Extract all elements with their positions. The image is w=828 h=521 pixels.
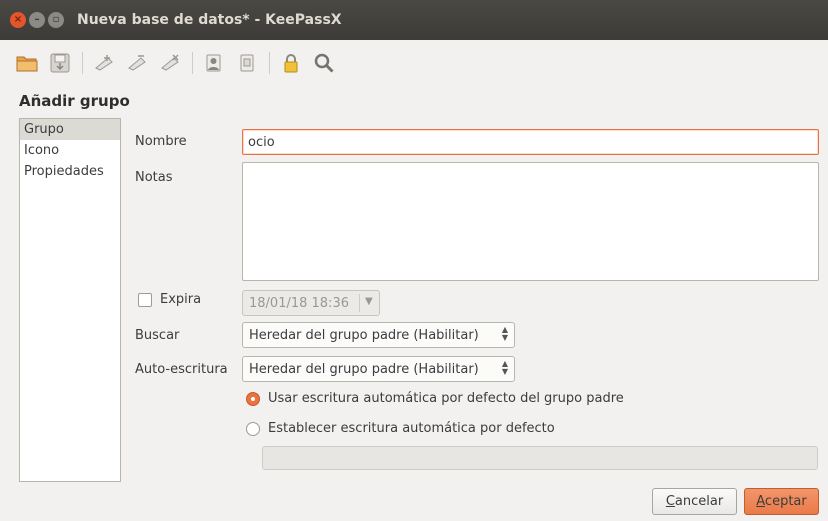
title-bar: × – ▫ Nueva base de datos* - KeePassX xyxy=(0,0,828,40)
name-input[interactable]: ocio xyxy=(242,129,819,155)
copy-password-icon[interactable] xyxy=(234,50,260,76)
edit-entry-icon[interactable] xyxy=(124,50,150,76)
search-select-value: Heredar del grupo padre (Habilitar) xyxy=(249,328,479,343)
dialog-heading: Añadir grupo xyxy=(19,92,130,110)
search-select[interactable]: Heredar del grupo padre (Habilitar) ▲ ▼ xyxy=(242,322,515,348)
autotype-label: Auto-escritura xyxy=(135,362,228,377)
notes-textarea[interactable] xyxy=(242,162,819,281)
category-list: Grupo Icono Propiedades xyxy=(19,118,121,482)
category-item-icono[interactable]: Icono xyxy=(20,140,120,161)
updown-arrows-icon: ▲ ▼ xyxy=(501,359,508,376)
toolbar-separator xyxy=(192,52,193,74)
radio-default-label: Usar escritura automática por defecto de… xyxy=(268,391,624,406)
cancel-button[interactable]: Cancelar xyxy=(652,488,737,515)
add-entry-icon[interactable] xyxy=(91,50,117,76)
radio-custom-label: Establecer escritura automática por defe… xyxy=(268,421,555,436)
custom-sequence-input[interactable] xyxy=(262,446,818,470)
save-database-icon[interactable] xyxy=(47,50,73,76)
maximize-window-button[interactable]: ▫ xyxy=(48,12,64,28)
toolbar-separator xyxy=(269,52,270,74)
minimize-window-button[interactable]: – xyxy=(29,12,45,28)
name-input-value: ocio xyxy=(248,135,275,150)
accept-mnemonic: A xyxy=(756,494,765,509)
delete-entry-icon[interactable] xyxy=(157,50,183,76)
accept-button-label: ceptar xyxy=(764,494,807,509)
lock-icon[interactable] xyxy=(278,50,304,76)
expiry-date-value: 18/01/18 18:36 xyxy=(249,296,349,311)
search-label: Buscar xyxy=(135,328,180,343)
search-icon[interactable] xyxy=(311,50,337,76)
close-window-button[interactable]: × xyxy=(10,12,26,28)
cancel-button-label: ancelar xyxy=(674,494,724,509)
radio-default-autotype[interactable] xyxy=(246,392,260,406)
expires-label: Expira xyxy=(160,292,202,307)
date-separator xyxy=(359,294,360,312)
open-database-icon[interactable] xyxy=(14,50,40,76)
name-label: Nombre xyxy=(135,134,187,149)
notes-label: Notas xyxy=(135,170,173,185)
autotype-select[interactable]: Heredar del grupo padre (Habilitar) ▲ ▼ xyxy=(242,356,515,382)
window-title: Nueva base de datos* - KeePassX xyxy=(77,12,342,28)
updown-arrows-icon: ▲ ▼ xyxy=(501,325,508,342)
category-item-propiedades[interactable]: Propiedades xyxy=(20,161,120,182)
radio-custom-autotype[interactable] xyxy=(246,422,260,436)
expires-checkbox[interactable] xyxy=(138,293,152,307)
cancel-mnemonic: C xyxy=(665,494,675,509)
expiry-date-field[interactable]: 18/01/18 18:36 ▼ xyxy=(242,290,380,316)
category-item-grupo[interactable]: Grupo xyxy=(20,119,120,140)
accept-button[interactable]: Aceptar xyxy=(744,488,819,515)
autotype-select-value: Heredar del grupo padre (Habilitar) xyxy=(249,362,479,377)
window-controls: × – ▫ xyxy=(10,12,64,28)
toolbar-separator xyxy=(82,52,83,74)
chevron-down-icon: ▼ xyxy=(365,296,373,307)
copy-username-icon[interactable] xyxy=(201,50,227,76)
toolbar xyxy=(0,40,828,86)
